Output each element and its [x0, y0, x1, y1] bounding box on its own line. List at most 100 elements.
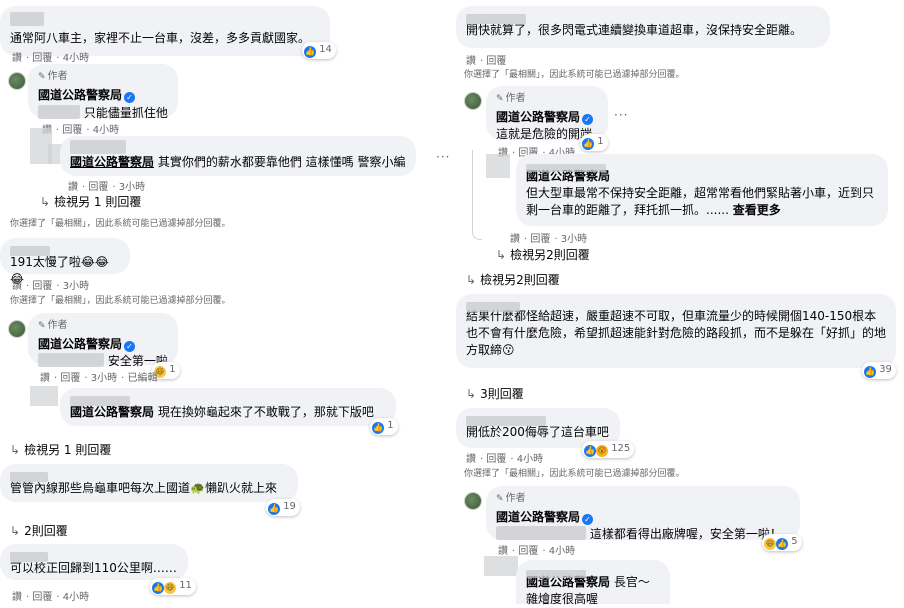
view-more-replies[interactable]: ↳ 檢視另2則回覆 [496, 246, 590, 263]
author-name[interactable]: 國道公路警察局 [38, 88, 122, 102]
reply-arrow-icon: ↳ [466, 273, 477, 287]
comment-text: 只能儘量抓住他 [83, 106, 168, 120]
timestamp[interactable]: 3小時 [63, 281, 89, 292]
reply-arrow-icon: ↳ [10, 524, 21, 538]
more-options-icon[interactable]: ··· [614, 108, 628, 122]
comment-meta: 讚· 回覆· 4小時 [498, 546, 576, 557]
comment-meta: 讚 · 回覆 · 3小時 · 已編輯 [40, 373, 158, 384]
comment-bubble: 結果什麼都怪給超速，嚴重超速不可取，但車流量少的時候開個140-150根本也不會… [456, 294, 896, 368]
reaction-count[interactable]: 👍 😆 11 [150, 578, 196, 595]
view-more-replies[interactable]: ↳ 3則回覆 [466, 385, 524, 402]
like-link[interactable]: 讚 [40, 373, 50, 384]
page-avatar[interactable] [8, 72, 26, 90]
reply-arrow-icon: ↳ [466, 387, 477, 401]
see-more-link[interactable]: 查看更多 [733, 203, 781, 217]
reply-arrow-icon: ↳ [40, 195, 51, 209]
like-icon: 👍 [268, 503, 280, 515]
mention-redacted [38, 353, 104, 367]
thread-line [472, 150, 482, 240]
reaction-count[interactable]: 👍 19 [266, 499, 300, 516]
more-options-icon[interactable]: ··· [436, 150, 450, 164]
like-link[interactable]: 讚 [12, 592, 22, 603]
view-more-replies[interactable]: ↳ 2則回覆 [10, 522, 68, 539]
author-name[interactable]: 國道公路警察局 [496, 510, 580, 524]
filter-note: 你選擇了「最相關」，因此系統可能已過濾掉部分回覆。 [10, 296, 231, 306]
reply-link[interactable]: 回覆 [486, 454, 506, 465]
author-badge: ✎ 作者 [38, 320, 68, 331]
reaction-count[interactable]: 👍 1 [370, 418, 398, 435]
timestamp[interactable]: 4小時 [517, 454, 543, 465]
comment-text: 但大型車最常不保持安全距離，超常常看他們緊貼著小車，近到只剩一台車的距離了，拜托… [526, 186, 875, 217]
reply-link[interactable]: 回覆 [88, 182, 108, 193]
comment-meta: 讚· 回覆· 4小時 [466, 454, 544, 465]
view-more-replies[interactable]: ↳ 檢視另2則回覆 [466, 271, 560, 288]
timestamp[interactable]: 4小時 [549, 546, 575, 557]
reply-bubble: 國道公路警察局 其實你們的薪水都要靠他們 這樣懂嗎 警察小編 [60, 136, 416, 176]
reply-arrow-icon: ↳ [10, 443, 21, 457]
reply-arrow-icon: ↳ [496, 248, 507, 262]
reply-link[interactable]: 回覆 [32, 53, 52, 64]
author-name[interactable]: 國道公路警察局 [496, 110, 580, 124]
reply-link[interactable]: 回覆 [32, 592, 52, 603]
like-icon: 👍 [584, 445, 596, 457]
page-avatar[interactable] [8, 320, 26, 338]
page-avatar[interactable] [464, 92, 482, 110]
mention-redacted [496, 526, 586, 540]
avatar-redacted [486, 154, 510, 178]
timestamp[interactable]: 4小時 [63, 592, 89, 603]
verified-badge-icon: ✓ [124, 92, 136, 103]
reaction-count[interactable]: 😆 👍 5 [762, 534, 802, 551]
comment-text: 這樣都看得出廠牌喔，安全第一啦！ [589, 527, 782, 541]
like-link[interactable]: 讚 [12, 281, 22, 292]
comment-bubble: 191太慢了啦😂😂😂 [0, 238, 130, 286]
reaction-count[interactable]: 👍 😮 125 [582, 441, 635, 458]
filter-note: 你選擇了「最相關」，因此系統可能已過濾掉部分回覆。 [464, 469, 685, 479]
comment-bubble: 開快就算了，很多閃電式連續變換車道超車，沒保持安全距離。 [456, 6, 830, 48]
reply-link[interactable]: 回覆 [518, 546, 538, 557]
view-more-replies[interactable]: ↳ 檢視另 1 則回覆 [10, 441, 111, 458]
reaction-count[interactable]: 👍 1 [580, 134, 608, 151]
like-icon: 👍 [776, 538, 788, 550]
like-link[interactable]: 讚 [68, 182, 78, 193]
author-reply-bubble: ✎ 作者 國道公路警察局 ✓ 這樣都看得出廠牌喔，安全第一啦！ [486, 486, 800, 541]
like-icon: 👍 [864, 366, 876, 378]
timestamp[interactable]: 3小時 [91, 373, 117, 384]
comment-meta: 讚 · 回覆 · 3小時 [12, 281, 90, 292]
mention-redacted [38, 105, 80, 119]
timestamp[interactable]: 3小時 [561, 234, 587, 245]
avatar-redacted [484, 556, 518, 576]
reaction-count[interactable]: 👍 39 [862, 362, 896, 379]
page-avatar[interactable] [464, 492, 482, 510]
comment-bubble: 管管內線那些烏龜車吧每次上國道🐢懶趴火就上來 [0, 464, 298, 502]
like-link[interactable]: 讚 [510, 234, 520, 245]
reaction-count[interactable]: 👍 14 [302, 42, 336, 59]
comment-text-continued: 雜燴度很高喔 [526, 592, 599, 606]
timestamp[interactable]: 4小時 [93, 125, 119, 136]
author-reply-bubble: ✎ 作者 國道公路警察局 ✓ 安全第一啦 [28, 313, 178, 368]
mention-link[interactable]: 國道公路警察局 [70, 155, 154, 169]
reply-bubble: 國道公路警察局 但大型車最常不保持安全距離，超常常看他們緊貼著小車，近到只剩一台… [516, 154, 888, 226]
reply-link[interactable]: 回覆 [32, 281, 52, 292]
comment-meta: 讚· 回覆· 4小時 [12, 53, 90, 64]
avatar-redacted [30, 386, 58, 406]
timestamp[interactable]: 3小時 [119, 182, 145, 193]
timestamp[interactable]: 4小時 [63, 53, 89, 64]
comment-text: 其實你們的薪水都要靠他們 這樣懂嗎 警察小編 [157, 155, 406, 169]
author-name[interactable]: 國道公路警察局 [38, 337, 122, 351]
comment-text: 結果什麼都怪給超速，嚴重超速不可取，但車流量少的時候開個140-150根本也不會… [466, 309, 887, 357]
pencil-icon: ✎ [38, 321, 46, 331]
reply-link[interactable]: 回覆 [62, 125, 82, 136]
reply-bubble: 國道公路警察局 現在換妳龜起來了不敢戰了，那就下版吧 [60, 388, 396, 426]
author-badge: ✎ 作者 [38, 71, 68, 82]
author-name[interactable]: 國道公路警察局 [70, 405, 154, 419]
like-link[interactable]: 讚 [12, 53, 22, 64]
reply-link[interactable]: 回覆 [486, 56, 506, 67]
like-link[interactable]: 讚 [466, 56, 476, 67]
reply-link[interactable]: 回覆 [530, 234, 550, 245]
view-more-replies[interactable]: ↳ 檢視另 1 則回覆 [40, 193, 141, 210]
commenter-name-redacted [10, 12, 320, 26]
edited-label: 已編輯 [127, 373, 158, 384]
like-link[interactable]: 讚 [466, 454, 476, 465]
reply-link[interactable]: 回覆 [60, 373, 80, 384]
comment-bubble: 可以校正回歸到110公里啊…… [0, 544, 188, 580]
